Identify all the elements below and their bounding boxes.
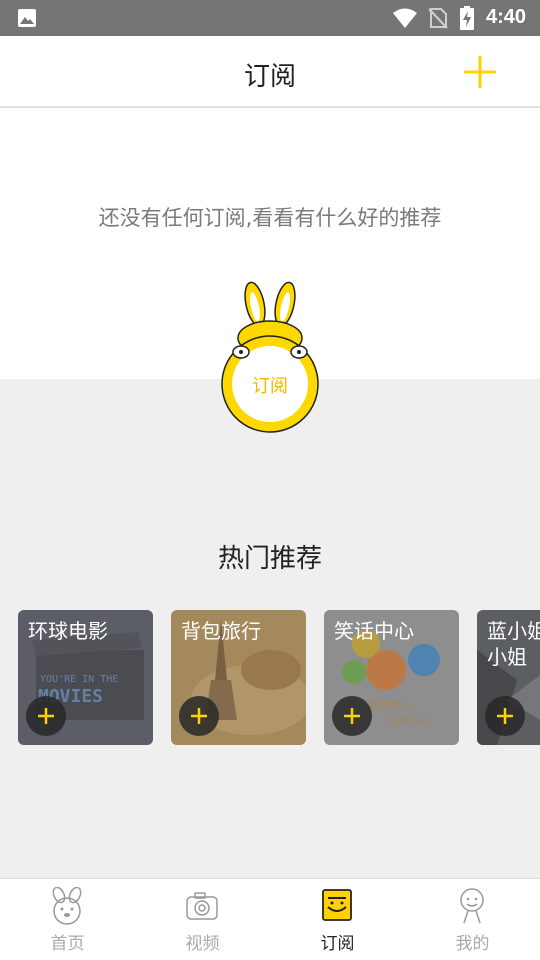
- nav-item-video[interactable]: 视频: [135, 879, 270, 960]
- subscribe-button[interactable]: [179, 696, 219, 736]
- subscribe-button[interactable]: [332, 696, 372, 736]
- card-title: 环球电影: [28, 619, 108, 643]
- bottom-nav: 首页 视频 订阅 我的: [0, 878, 540, 960]
- subscription-icon: [322, 889, 352, 921]
- nav-label: 视频: [185, 934, 220, 954]
- plus-icon: [38, 708, 54, 724]
- no-sim-icon: [428, 8, 448, 29]
- plus-icon: [464, 56, 496, 88]
- mascot-bunny-icon: [221, 281, 319, 433]
- page-title: 订阅: [243, 62, 296, 92]
- nav-item-home[interactable]: 首页: [0, 879, 135, 960]
- person-icon: [460, 888, 484, 924]
- header: 订阅: [0, 36, 540, 108]
- nav-label: 我的: [455, 934, 490, 954]
- hot-card-miss-blue[interactable]: 蓝小姐小姐: [477, 610, 540, 745]
- hot-section-title: 热门推荐: [217, 544, 322, 574]
- plus-icon: [497, 708, 513, 724]
- subscribe-button[interactable]: [26, 696, 66, 736]
- card-title: 背包旅行: [181, 619, 261, 643]
- hot-card-travel[interactable]: 背包旅行: [171, 610, 306, 745]
- status-bar: 4:40: [0, 0, 540, 36]
- camera-icon: [186, 892, 218, 920]
- hot-card-movies[interactable]: YOU'RE IN THE MOVIES 环球电影: [18, 610, 153, 745]
- hot-card-jokes[interactable]: 笑话中心 Center 笑话中心: [324, 610, 459, 745]
- nav-item-subscription[interactable]: 订阅: [270, 879, 405, 960]
- nav-label: 订阅: [320, 934, 355, 954]
- hot-cards-list[interactable]: YOU'RE IN THE MOVIES 环球电影 背包旅行: [18, 610, 540, 745]
- status-time: 4:40: [486, 6, 527, 28]
- nav-label: 首页: [50, 934, 85, 954]
- subscribe-button[interactable]: [485, 696, 525, 736]
- wifi-icon: [393, 8, 417, 28]
- mascot-label: 订阅: [252, 376, 288, 397]
- add-subscription-button[interactable]: [460, 52, 500, 92]
- battery-charging-icon: [460, 6, 474, 30]
- plus-icon: [191, 708, 207, 724]
- bunny-home-icon: [52, 887, 82, 925]
- plus-icon: [344, 708, 360, 724]
- image-icon: [18, 9, 36, 27]
- card-title: 蓝小姐小姐: [487, 619, 540, 669]
- empty-state-message: 还没有任何订阅,看看有什么好的推荐: [98, 206, 442, 230]
- nav-item-profile[interactable]: 我的: [405, 879, 540, 960]
- card-title: 笑话中心: [334, 619, 414, 643]
